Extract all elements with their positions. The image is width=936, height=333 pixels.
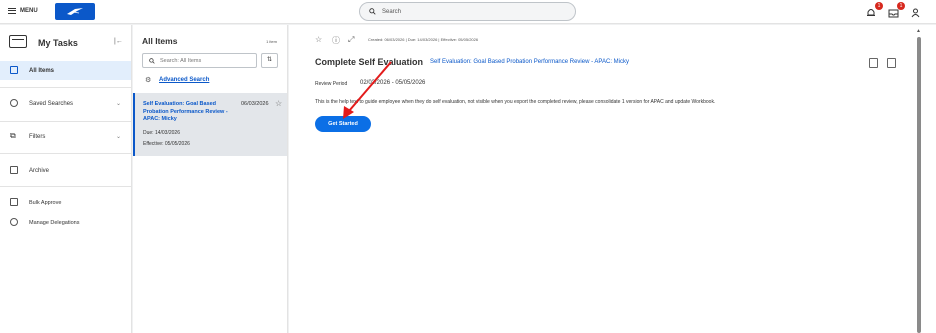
annotation-arrow (343, 61, 392, 119)
